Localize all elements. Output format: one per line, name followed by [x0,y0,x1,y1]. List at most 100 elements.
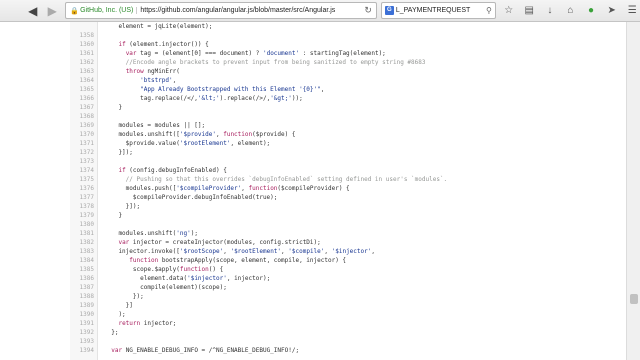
lock-icon: 🔒 [70,7,79,15]
forward-button[interactable]: ▶ [44,2,62,20]
scrollbar-thumb[interactable] [630,294,638,304]
code-text: throw ngMinErr( [125,68,180,75]
line-number[interactable]: 1369 [72,121,94,130]
line-number[interactable]: 1381 [72,229,94,238]
code-line: 1394 var NG_ENABLE_DEBUG_INFO = /^NG_ENA… [0,346,626,355]
line-number[interactable]: 1368 [72,112,94,121]
line-number[interactable]: 1366 [72,94,94,103]
code-text: var injector = createInjector(modules, c… [118,239,321,246]
line-number[interactable]: 1377 [72,193,94,202]
line-number[interactable]: 1384 [72,256,94,265]
code-line: 1371 $provide.value('$rootElement', elem… [0,139,626,148]
code-line: 1375 // Pushing so that this overrides `… [0,175,626,184]
line-number[interactable]: 1393 [72,337,94,346]
code-text: }; [104,329,119,336]
share-icon[interactable]: ➤ [604,3,620,19]
code-text: }]); [104,149,133,156]
code-line: 1379 } [0,211,626,220]
line-number[interactable]: 1371 [72,139,94,148]
code-text: }] [104,302,133,309]
code-line: 1382 var injector = createInjector(modul… [0,238,626,247]
code-line: 1387 compile(element)(scope); [0,283,626,292]
line-number[interactable]: 1379 [72,211,94,220]
code-line: 1363 throw ngMinErr( [0,67,626,76]
code-line: 1389 }] [0,301,626,310]
line-number[interactable]: 1388 [72,292,94,301]
code-viewer: element = jqLite(element); 1358 1360 if (e… [0,22,626,360]
download-icon[interactable]: ↓ [542,3,558,19]
line-number[interactable]: 1358 [72,31,94,40]
line-number[interactable]: 1361 [72,49,94,58]
code-line: 1372 }]); [0,148,626,157]
line-number[interactable]: 1375 [72,175,94,184]
vertical-scrollbar[interactable] [626,22,640,360]
code-text: tag.replace(/</,'&lt;').replace(/>/,'&gt… [104,95,303,102]
line-number[interactable]: 1392 [72,328,94,337]
code-line: 1381 modules.unshift('ng'); [0,229,626,238]
line-number[interactable]: 1367 [72,103,94,112]
code-line: element = jqLite(element); [0,22,626,31]
code-text: modules = modules || []; [104,122,206,129]
address-bar[interactable]: 🔒 GitHub, Inc. (US) https://github.com/a… [65,2,377,19]
home-icon[interactable]: ⌂ [563,3,579,19]
code-line: 1361 var tag = (element[0] === document)… [0,49,626,58]
line-number[interactable]: 1360 [72,40,94,49]
line-number[interactable]: 1373 [72,157,94,166]
line-number[interactable]: 1376 [72,184,94,193]
code-text: if (element.injector()) { [118,41,209,48]
line-number[interactable]: 1372 [72,148,94,157]
line-number[interactable]: 1374 [72,166,94,175]
code-line: 1385 scope.$apply(function() { [0,265,626,274]
line-number[interactable]: 1387 [72,283,94,292]
line-number[interactable]: 1389 [72,301,94,310]
back-button[interactable]: ◀ [24,2,42,20]
line-number[interactable]: 1380 [72,220,94,229]
code-text: "App Already Bootstrapped with this Elem… [140,86,325,93]
code-text: element = jqLite(element); [104,23,213,30]
line-number[interactable]: 1365 [72,85,94,94]
line-number[interactable]: 1364 [72,76,94,85]
line-number[interactable]: 1391 [72,319,94,328]
line-number[interactable]: 1383 [72,247,94,256]
code-line: 1377 $compileProvider.debugInfoEnabled(t… [0,193,626,202]
bookmark-star-icon[interactable]: ☆ [501,3,517,19]
code-line: 1392 }; [0,328,626,337]
line-number[interactable]: 1394 [72,346,94,355]
search-icon[interactable]: ⚲ [486,6,492,15]
code-text: } [104,104,123,111]
code-line: 1362 //Encode angle brackets to prevent … [0,58,626,67]
menu-icon[interactable]: ☰ [624,3,640,19]
addon-icon[interactable]: ● [583,3,599,19]
page-left-margin [0,22,14,360]
code-text: compile(element)(scope); [104,284,227,291]
line-number[interactable]: 1378 [72,202,94,211]
code-text: $provide.value('$rootElement', element); [104,140,271,147]
code-text: 'btstrpd', [140,77,177,84]
line-number[interactable]: 1386 [72,274,94,283]
search-engine-icon[interactable]: G [384,6,394,15]
code-line: 1388 }); [0,292,626,301]
search-input[interactable]: L_PAYMENTREQUEST [396,7,470,14]
search-bar[interactable]: G L_PAYMENTREQUEST ⚲ [380,2,496,19]
code-text: injector.invoke(['$rootScope', '$rootEle… [104,248,375,255]
code-text: modules.push(['$compileProvider', functi… [104,185,350,192]
code-line: 1370 modules.unshift(['$provide', functi… [0,130,626,139]
code-line: 1366 tag.replace(/</,'&lt;').replace(/>/… [0,94,626,103]
code-text: modules.unshift(['$provide', function($p… [104,131,296,138]
line-number[interactable]: 1390 [72,310,94,319]
line-number[interactable]: 1362 [72,58,94,67]
reload-icon[interactable]: ↻ [364,5,372,16]
bookmarks-menu-icon[interactable]: ▤ [521,3,537,19]
line-number[interactable]: 1382 [72,238,94,247]
code-text: //Encode angle brackets to prevent input… [104,59,426,66]
line-number[interactable]: 1370 [72,130,94,139]
line-number[interactable]: 1385 [72,265,94,274]
code-line: 1386 element.data('$injector', injector)… [0,274,626,283]
code-line: 1384 function bootstrapApply(scope, elem… [0,256,626,265]
code-line: 1374 if (config.debugInfoEnabled) { [0,166,626,175]
url-text[interactable]: https://github.com/angular/angular.js/bl… [140,7,335,14]
code-line: 1367 } [0,103,626,112]
site-identity[interactable]: GitHub, Inc. (US) [80,7,138,14]
line-number[interactable]: 1363 [72,67,94,76]
code-line: 1364 'btstrpd', [0,76,626,85]
